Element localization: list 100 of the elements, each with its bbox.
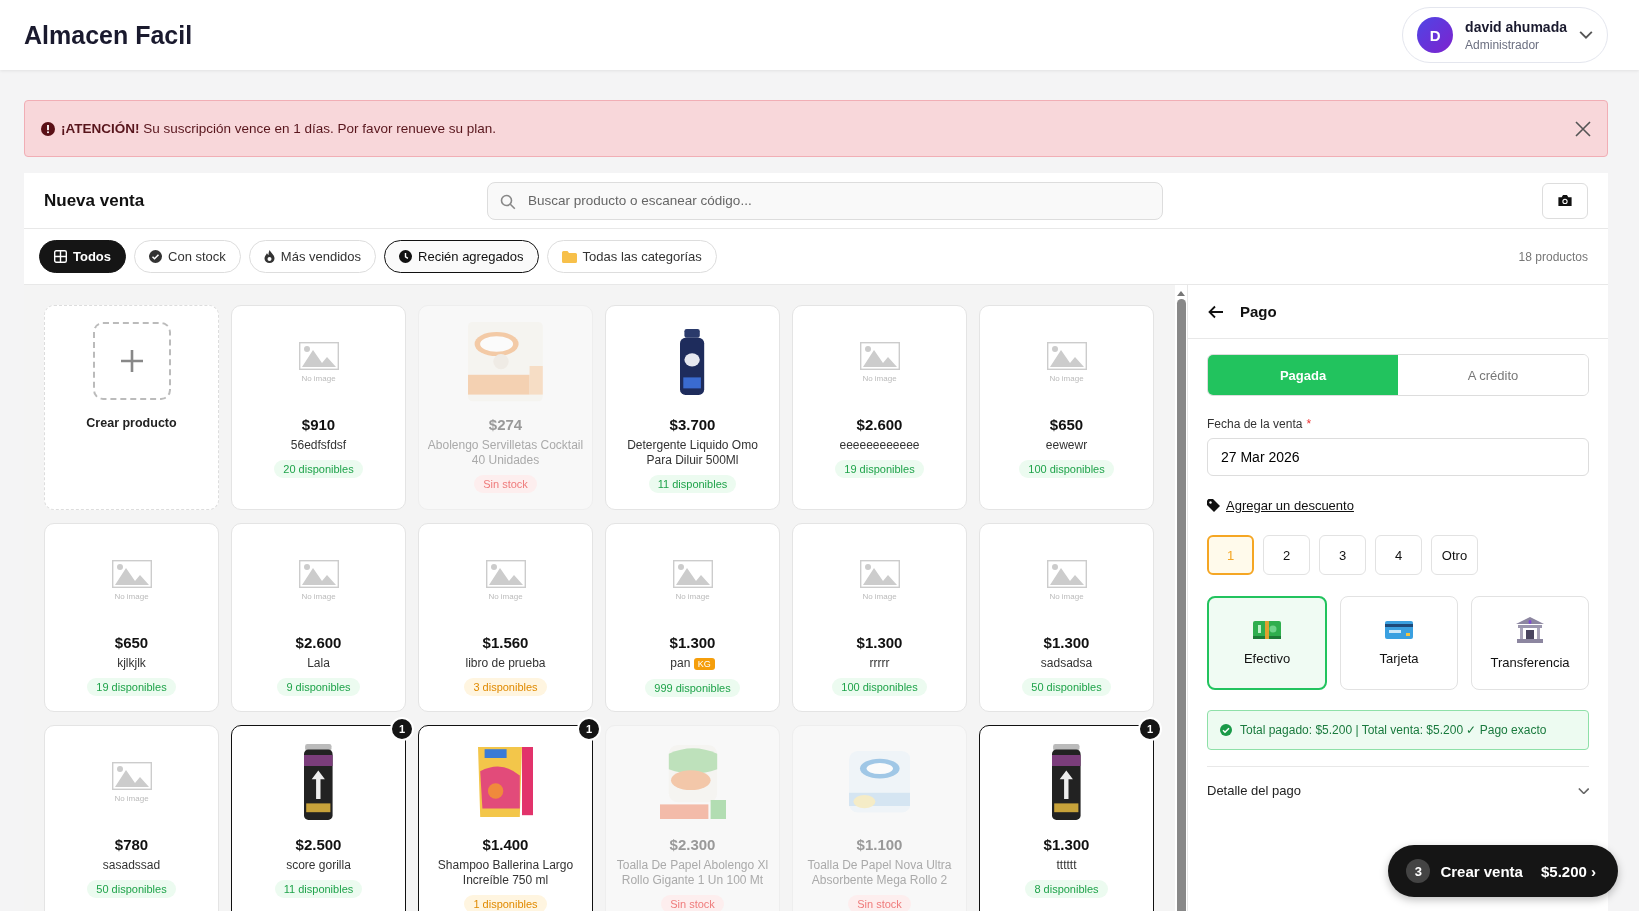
check-circle-icon bbox=[149, 250, 163, 263]
product-price: $650 bbox=[1049, 416, 1084, 433]
product-price: $1.300 bbox=[669, 634, 716, 651]
product-card[interactable]: $3.700 Detergente Liquido Omo Para Diluir 500Ml 11 disponibles bbox=[605, 305, 780, 510]
payment-method-option[interactable]: Tarjeta bbox=[1340, 596, 1458, 690]
product-name: Toalla De Papel Abolengo Xl Rollo Gigante 1 Un 100 Mt bbox=[615, 858, 770, 888]
no-image-label: No image bbox=[675, 591, 710, 601]
product-price: $650 bbox=[114, 634, 149, 651]
stock-badge: 999 disponibles bbox=[645, 679, 740, 697]
summary-text: Total pagado: $5.200 | Total venta: $5.200 ✓ Pago exacto bbox=[1240, 723, 1547, 737]
image-placeholder-icon bbox=[1046, 341, 1087, 370]
installment-option[interactable]: 3 bbox=[1319, 535, 1366, 575]
close-button[interactable] bbox=[1575, 120, 1591, 137]
quantity-badge: 1 bbox=[577, 717, 601, 741]
create-sale-button[interactable]: 3 Crear venta $5.200 › bbox=[1388, 845, 1618, 897]
search-field[interactable]: Buscar producto o escanear código... bbox=[487, 181, 1163, 220]
image-placeholder-icon bbox=[298, 559, 339, 588]
date-field[interactable]: 27 Mar 2026 bbox=[1207, 438, 1589, 476]
product-card[interactable]: No image $1.300 rrrrr 100 disponibles bbox=[792, 523, 967, 712]
stock-badge: 19 disponibles bbox=[87, 678, 176, 696]
required-mark: * bbox=[1306, 417, 1312, 431]
filter-chip[interactable]: Todos bbox=[39, 240, 127, 273]
stock-badge: 50 disponibles bbox=[1022, 678, 1111, 696]
app-title: Almacen Facil bbox=[24, 20, 193, 50]
credit-card-icon bbox=[1385, 620, 1413, 639]
product-price: $2.300 bbox=[669, 836, 716, 853]
chevron-down-icon bbox=[1579, 31, 1593, 39]
user-avatar: D bbox=[1417, 17, 1454, 53]
bank-icon bbox=[1516, 616, 1544, 643]
product-price: $2.600 bbox=[295, 634, 342, 651]
flame-icon bbox=[263, 250, 275, 263]
product-name: Toalla De Papel Nova Ultra Absorbente Mega Rollo 2 bbox=[806, 858, 953, 888]
product-card[interactable]: No image $1.300 pan KG 999 disponibles bbox=[605, 523, 780, 712]
user-menu[interactable]: D david ahumada Administrador bbox=[1402, 7, 1608, 63]
payment-method-option[interactable]: Efectivo bbox=[1207, 596, 1327, 690]
create-product-card[interactable]: Crear producto bbox=[44, 305, 219, 510]
product-price: $274 bbox=[488, 416, 523, 433]
filter-chip[interactable]: Recién agregados bbox=[384, 240, 539, 273]
product-card[interactable]: No image $2.600 eeeeeeeeeeee 19 disponibles bbox=[792, 305, 967, 510]
filter-chip[interactable]: Todas las categorías bbox=[546, 240, 717, 273]
no-image-label: No image bbox=[114, 591, 149, 601]
product-card[interactable]: No image $1.560 libro de prueba 3 disponibles bbox=[418, 523, 593, 712]
product-price: $1.300 bbox=[856, 634, 903, 651]
product-price: $1.560 bbox=[482, 634, 529, 651]
product-card[interactable]: No image $780 sasadssad 50 disponibles bbox=[44, 725, 219, 911]
stock-badge: 11 disponibles bbox=[648, 475, 737, 493]
stock-badge: 8 disponibles bbox=[1025, 880, 1108, 898]
stock-badge: 20 disponibles bbox=[274, 460, 363, 478]
product-name: Abolengo Servilletas Cocktail 40 Unidades bbox=[427, 438, 584, 468]
payment-method-option[interactable]: Transferencia bbox=[1471, 596, 1589, 690]
product-name: Lala bbox=[307, 656, 330, 671]
no-image-label: No image bbox=[862, 591, 897, 601]
filter-chip[interactable]: Con stock bbox=[134, 240, 241, 273]
product-price: $1.300 bbox=[1043, 836, 1090, 853]
product-card[interactable]: No image $1.300 sadsadsa 50 disponibles bbox=[979, 523, 1154, 712]
payment-title: Pago bbox=[1240, 303, 1277, 320]
product-name: Detergente Liquido Omo Para Diluir 500Ml bbox=[626, 438, 759, 468]
product-name: sasadssad bbox=[102, 858, 161, 873]
date-label: Fecha de la venta bbox=[1207, 417, 1303, 431]
check-circle-icon bbox=[1220, 724, 1232, 736]
add-discount-link[interactable]: Agregar un descuento bbox=[1207, 498, 1354, 513]
product-name: eewewr bbox=[1045, 438, 1088, 453]
plus-icon bbox=[92, 322, 171, 400]
product-name: tttttt bbox=[1056, 858, 1077, 873]
product-price: $3.700 bbox=[669, 416, 716, 433]
no-image-label: No image bbox=[862, 373, 897, 383]
installment-option[interactable]: 4 bbox=[1375, 535, 1422, 575]
installment-option[interactable]: Otro bbox=[1431, 535, 1478, 575]
product-name: rrrrr bbox=[869, 656, 890, 671]
no-image-label: No image bbox=[488, 591, 523, 601]
back-arrow-icon[interactable] bbox=[1208, 304, 1224, 319]
product-price: $1.300 bbox=[1043, 634, 1090, 651]
product-name: eeeeeeeeeeee bbox=[839, 438, 920, 453]
image-placeholder-icon bbox=[298, 341, 339, 370]
stock-badge: 50 disponibles bbox=[87, 880, 176, 898]
filter-chip[interactable]: Más vendidos bbox=[248, 240, 377, 273]
product-card[interactable]: No image $650 eewewr 100 disponibles bbox=[979, 305, 1154, 510]
user-role: Administrador bbox=[1465, 37, 1540, 52]
alert-icon bbox=[41, 121, 55, 136]
product-price: $2.500 bbox=[295, 836, 342, 853]
image-placeholder-icon bbox=[1046, 559, 1087, 588]
clock-icon bbox=[399, 250, 413, 263]
alert-message: ¡ATENCIÓN! Su suscripción vence en 1 días. Por favor renueve su plan. bbox=[61, 121, 497, 136]
tag-icon bbox=[1207, 499, 1220, 512]
scrollbar[interactable] bbox=[1175, 285, 1187, 911]
product-price: $910 bbox=[301, 416, 336, 433]
image-placeholder-icon bbox=[672, 559, 713, 588]
chevron-down-icon bbox=[1578, 787, 1589, 794]
banknote-icon bbox=[1253, 620, 1281, 639]
payment-detail-toggle[interactable]: Detalle del pago bbox=[1207, 766, 1589, 814]
stock-badge: 9 disponibles bbox=[277, 678, 360, 696]
product-card[interactable]: No image $910 56edfsfdsf 20 disponibles bbox=[231, 305, 406, 510]
product-count: 18 productos bbox=[1518, 249, 1588, 264]
grid-icon bbox=[54, 250, 67, 263]
product-card[interactable]: No image $650 kjlkjlk 19 disponibles bbox=[44, 523, 219, 712]
camera-button[interactable] bbox=[1542, 182, 1588, 219]
product-card[interactable]: No image $2.600 Lala 9 disponibles bbox=[231, 523, 406, 712]
product-name: score gorilla bbox=[286, 858, 351, 873]
no-image-label: No image bbox=[1049, 591, 1084, 601]
installment-option[interactable]: 2 bbox=[1263, 535, 1310, 575]
